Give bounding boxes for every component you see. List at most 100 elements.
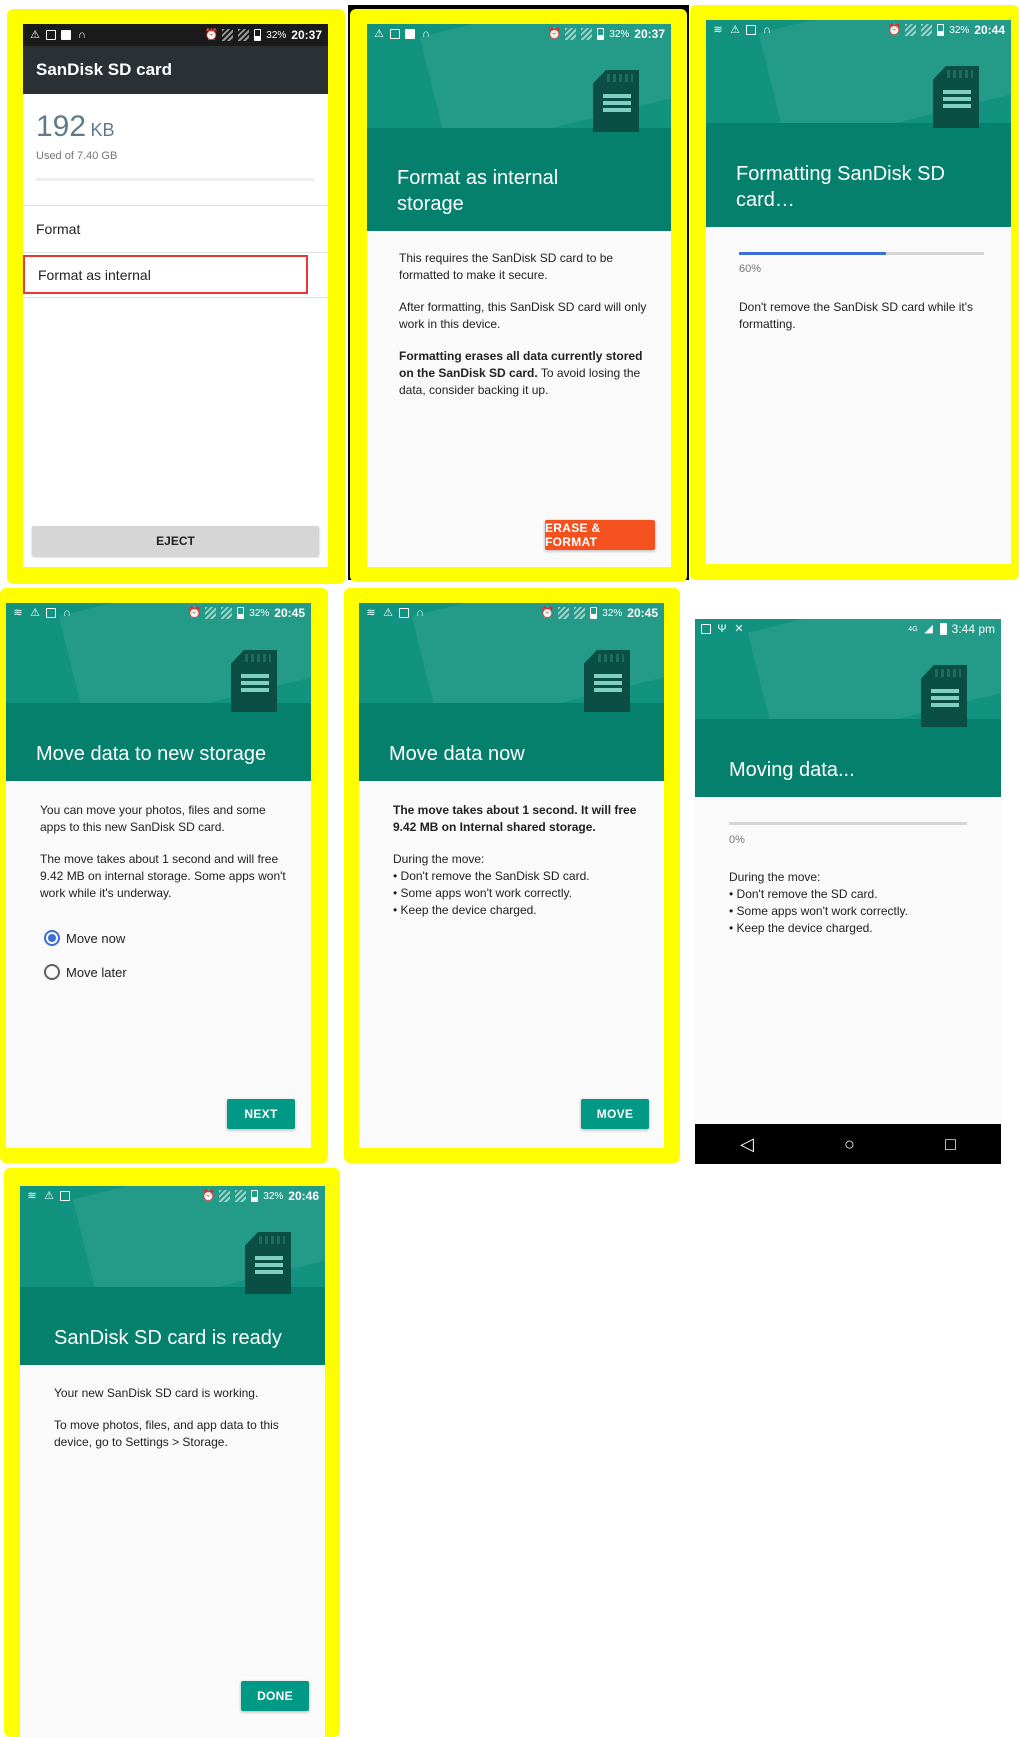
warning-icon: ⚠	[730, 23, 740, 36]
battery-icon	[597, 28, 605, 40]
hero-header: SanDisk SD card is ready	[20, 1186, 325, 1365]
used-size-unit: KB	[90, 120, 115, 140]
alarm-icon: ⏰	[887, 23, 902, 36]
wifi-icon: ≋	[713, 23, 723, 36]
sd-card-notification-icon	[405, 29, 415, 39]
paragraph-bold: The move takes about 1 second. It will f…	[393, 802, 644, 836]
used-size-number: 192	[36, 110, 87, 143]
image-icon	[399, 608, 409, 618]
headset-icon: ∩	[416, 606, 424, 619]
page-title: SanDisk SD card is ready	[54, 1327, 282, 1349]
status-bar: ≋ ⚠ ∩ ⏰ 32% 20:45	[359, 603, 664, 623]
sd-card-icon	[584, 650, 630, 712]
toolbar: SanDisk SD card	[23, 46, 328, 94]
paragraph: You can move your photos, files and some…	[40, 803, 266, 834]
paragraph: To move photos, files, and app data to t…	[54, 1418, 279, 1449]
button-label: NEXT	[244, 1107, 278, 1121]
clock: 20:37	[634, 27, 665, 41]
divider	[23, 297, 328, 298]
battery-icon	[254, 29, 262, 41]
clock: 20:44	[974, 23, 1005, 37]
paragraph: Your new SanDisk SD card is working.	[54, 1386, 259, 1400]
hero-header: Format as internal storage	[367, 24, 671, 231]
sim-1-icon	[565, 28, 577, 40]
menu-item-label: Format as internal	[38, 266, 151, 283]
sim-2-icon	[574, 607, 586, 619]
sim-2-icon	[238, 29, 250, 41]
debug-icon: ✕	[734, 622, 744, 635]
radio-button-selected[interactable]	[44, 930, 60, 946]
menu-item-format-as-internal[interactable]: Format as internal	[23, 255, 308, 294]
radio-move-now[interactable]: Move now	[44, 930, 125, 946]
recents-icon[interactable]: □	[945, 1134, 956, 1155]
clock: 3:44 pm	[951, 622, 995, 636]
format-progress-bar	[739, 252, 984, 255]
body-text: Don't remove the SanDisk SD card while i…	[739, 299, 991, 348]
next-button[interactable]: NEXT	[227, 1099, 295, 1129]
move-progress-bar	[729, 822, 967, 825]
storage-summary: 192 KB	[36, 110, 115, 144]
hero-header: Move data to new storage	[6, 603, 311, 781]
menu-item-label: Format	[36, 221, 81, 237]
radio-label: Move now	[66, 930, 126, 946]
used-of-total: Used of 7.40 GB	[36, 150, 118, 162]
battery-icon	[251, 1190, 259, 1202]
back-icon[interactable]: ◁	[740, 1134, 754, 1155]
bullet-item: • Don't remove the SD card.	[729, 887, 878, 901]
warning-icon: ⚠	[383, 606, 393, 619]
sd-card-icon	[921, 665, 967, 727]
screen-formatting: Formatting SanDisk SD card… 60% Don't re…	[706, 20, 1011, 564]
alarm-icon: ⏰	[187, 606, 202, 619]
battery-percent: 32%	[249, 607, 270, 619]
during-move-label: During the move:	[729, 870, 821, 884]
erase-and-format-button[interactable]: ERASE & FORMAT	[545, 520, 655, 550]
battery-icon	[939, 623, 947, 635]
divider	[23, 252, 328, 253]
image-icon	[46, 30, 56, 40]
battery-percent: 32%	[949, 24, 970, 36]
sd-card-notification-icon	[701, 624, 711, 634]
network-type: 4G	[908, 625, 918, 633]
usb-icon: Ψ	[717, 622, 727, 635]
paragraph: This requires the SanDisk SD card to be …	[399, 251, 614, 282]
home-icon[interactable]: ○	[844, 1134, 855, 1155]
wifi-icon: ≋	[366, 606, 376, 619]
hero-header: Formatting SanDisk SD card…	[706, 20, 1011, 227]
navigation-bar: ◁ ○ □	[695, 1124, 1001, 1164]
screen-sd-card-settings: ⚠ ∩ ⏰ 32% 20:37 SanDisk SD card 192 KB U…	[23, 24, 328, 567]
paragraph: After formatting, this SanDisk SD card w…	[399, 300, 647, 331]
status-bar: ≋ ⚠ ⏰ 32% 20:46	[20, 1186, 325, 1206]
sd-card-icon	[245, 1232, 291, 1294]
radio-move-later[interactable]: Move later	[44, 964, 127, 980]
progress-percent: 60%	[739, 263, 762, 275]
paragraph: Don't remove the SanDisk SD card while i…	[739, 300, 974, 331]
bullet-item: • Some apps won't work correctly.	[393, 886, 572, 900]
battery-icon	[590, 607, 598, 619]
headset-icon: ∩	[763, 23, 771, 36]
screen-move-data: Move data to new storage You can move yo…	[6, 603, 311, 1148]
paragraph: The move takes about 1 second and will f…	[40, 852, 286, 900]
warning-icon: ⚠	[30, 28, 40, 41]
screen-sd-card-ready: SanDisk SD card is ready Your new SanDis…	[20, 1186, 325, 1737]
image-icon	[746, 25, 756, 35]
screen-moving-data: Moving data... 0% During the move: • Don…	[695, 619, 1001, 1164]
alarm-icon: ⏰	[204, 28, 219, 41]
battery-icon	[237, 607, 245, 619]
body-text: You can move your photos, files and some…	[40, 802, 291, 917]
sim-1-icon	[205, 607, 217, 619]
battery-icon	[937, 24, 945, 36]
radio-button[interactable]	[44, 964, 60, 980]
eject-button[interactable]: EJECT	[32, 526, 319, 556]
signal-icon: ◢	[924, 622, 933, 635]
move-button[interactable]: MOVE	[581, 1099, 649, 1129]
warning-icon: ⚠	[374, 27, 384, 40]
done-button[interactable]: DONE	[241, 1681, 309, 1711]
warning-icon: ⚠	[30, 606, 40, 619]
page-title: Move data now	[389, 743, 525, 765]
status-bar: ≋ ⚠ ∩ ⏰ 32% 20:44	[706, 20, 1011, 40]
screen-format-as-internal: Format as internal storage This requires…	[367, 24, 671, 567]
eject-label: EJECT	[156, 534, 195, 548]
headset-icon: ∩	[422, 27, 430, 40]
menu-item-format[interactable]: Format	[23, 206, 328, 252]
body-text: This requires the SanDisk SD card to be …	[399, 250, 651, 414]
